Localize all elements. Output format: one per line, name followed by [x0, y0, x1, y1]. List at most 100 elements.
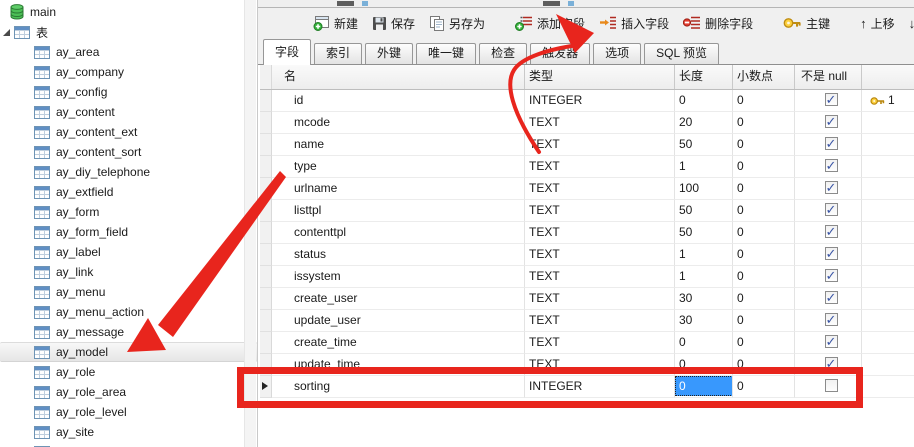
field-not-null-cell[interactable]	[795, 332, 862, 354]
field-not-null-cell[interactable]	[795, 134, 862, 156]
sidebar-item-ay_content_ext[interactable]: ay_content_ext	[0, 122, 257, 142]
field-length-cell[interactable]: 50	[675, 134, 733, 156]
field-decimals-cell[interactable]: 0	[733, 376, 795, 398]
field-length-cell-editing[interactable]: 0	[675, 376, 733, 398]
field-decimals-cell[interactable]: 0	[733, 222, 795, 244]
field-name-cell[interactable]: update_user	[272, 310, 525, 332]
tab-indexes[interactable]: 索引	[314, 43, 362, 64]
sidebar-item-ay_link[interactable]: ay_link	[0, 262, 257, 282]
table-row-name[interactable]: name TEXT 50 0	[260, 134, 914, 156]
field-decimals-cell[interactable]: 0	[733, 134, 795, 156]
field-name-cell[interactable]: id	[272, 90, 525, 112]
field-length-cell[interactable]: 0	[675, 354, 733, 376]
table-row-create_time[interactable]: create_time TEXT 0 0	[260, 332, 914, 354]
field-type-cell[interactable]: TEXT	[525, 244, 675, 266]
not-null-checkbox[interactable]	[825, 379, 838, 392]
sidebar-item-ay_area[interactable]: ay_area	[0, 42, 257, 62]
sidebar-scrollbar[interactable]	[244, 0, 256, 447]
table-row-update_user[interactable]: update_user TEXT 30 0	[260, 310, 914, 332]
field-type-cell[interactable]: TEXT	[525, 354, 675, 376]
row-margin[interactable]	[260, 332, 272, 354]
not-null-checkbox[interactable]	[825, 291, 838, 304]
sidebar-item-ay_config[interactable]: ay_config	[0, 82, 257, 102]
row-margin[interactable]	[260, 266, 272, 288]
field-name-cell[interactable]: create_time	[272, 332, 525, 354]
field-not-null-cell[interactable]	[795, 200, 862, 222]
save-as-button[interactable]: 另存为	[424, 12, 490, 35]
tree-node-database[interactable]: main	[0, 2, 257, 22]
field-name-cell[interactable]: issystem	[272, 266, 525, 288]
table-row-status[interactable]: status TEXT 1 0	[260, 244, 914, 266]
sidebar-item-ay_message[interactable]: ay_message	[0, 322, 257, 342]
table-row-create_user[interactable]: create_user TEXT 30 0	[260, 288, 914, 310]
sidebar-item-partial[interactable]	[0, 442, 257, 447]
field-type-cell[interactable]: TEXT	[525, 178, 675, 200]
not-null-checkbox[interactable]	[825, 203, 838, 216]
sidebar-item-ay_role_area[interactable]: ay_role_area	[0, 382, 257, 402]
sidebar-item-ay_site[interactable]: ay_site	[0, 422, 257, 442]
field-length-cell[interactable]: 50	[675, 200, 733, 222]
field-not-null-cell[interactable]	[795, 112, 862, 134]
field-not-null-cell[interactable]	[795, 310, 862, 332]
sidebar-item-ay_menu[interactable]: ay_menu	[0, 282, 257, 302]
tab-uniques[interactable]: 唯一键	[416, 43, 476, 64]
sidebar-item-ay_company[interactable]: ay_company	[0, 62, 257, 82]
not-null-checkbox[interactable]	[825, 137, 838, 150]
field-type-cell[interactable]: TEXT	[525, 310, 675, 332]
row-margin-current[interactable]	[260, 376, 272, 398]
primary-key-button[interactable]: 主键	[778, 12, 835, 35]
field-length-cell[interactable]: 0	[675, 332, 733, 354]
not-null-checkbox[interactable]	[825, 159, 838, 172]
row-margin[interactable]	[260, 354, 272, 376]
field-decimals-cell[interactable]: 0	[733, 288, 795, 310]
sidebar-item-ay_role_level[interactable]: ay_role_level	[0, 402, 257, 422]
field-type-cell[interactable]: TEXT	[525, 134, 675, 156]
tab-checks[interactable]: 检查	[479, 43, 527, 64]
field-decimals-cell[interactable]: 0	[733, 310, 795, 332]
table-row-sorting[interactable]: sorting INTEGER 0 0	[260, 376, 914, 398]
field-type-cell[interactable]: TEXT	[525, 266, 675, 288]
field-decimals-cell[interactable]: 0	[733, 112, 795, 134]
column-header-name[interactable]: 名	[272, 65, 525, 89]
field-decimals-cell[interactable]: 0	[733, 354, 795, 376]
field-decimals-cell[interactable]: 0	[733, 244, 795, 266]
tab-options[interactable]: 选项	[593, 43, 641, 64]
not-null-checkbox[interactable]	[825, 181, 838, 194]
field-not-null-cell[interactable]	[795, 244, 862, 266]
table-row-mcode[interactable]: mcode TEXT 20 0	[260, 112, 914, 134]
sidebar-item-ay_menu_action[interactable]: ay_menu_action	[0, 302, 257, 322]
field-name-cell[interactable]: listtpl	[272, 200, 525, 222]
field-length-cell[interactable]: 1	[675, 244, 733, 266]
field-not-null-cell[interactable]	[795, 156, 862, 178]
sidebar-item-ay_form_field[interactable]: ay_form_field	[0, 222, 257, 242]
move-down-button[interactable]: ↓ 下移	[904, 12, 914, 35]
column-header-decimals[interactable]: 小数点	[733, 65, 795, 89]
field-length-cell[interactable]: 1	[675, 266, 733, 288]
sidebar-item-ay_label[interactable]: ay_label	[0, 242, 257, 262]
field-decimals-cell[interactable]: 0	[733, 90, 795, 112]
save-button[interactable]: 保存	[367, 12, 420, 35]
field-not-null-cell[interactable]	[795, 222, 862, 244]
row-margin[interactable]	[260, 134, 272, 156]
field-name-cell[interactable]: create_user	[272, 288, 525, 310]
field-length-cell[interactable]: 1	[675, 156, 733, 178]
sidebar-item-ay_model[interactable]: ay_model	[0, 342, 257, 362]
row-margin[interactable]	[260, 90, 272, 112]
tree-node-tables[interactable]: 表	[0, 22, 257, 42]
field-name-cell[interactable]: sorting	[272, 376, 525, 398]
column-header-not-null[interactable]: 不是 null	[795, 65, 862, 89]
field-type-cell[interactable]: INTEGER	[525, 376, 675, 398]
tree-expander-icon[interactable]	[3, 29, 10, 36]
field-not-null-cell[interactable]	[795, 178, 862, 200]
table-row-type[interactable]: type TEXT 1 0	[260, 156, 914, 178]
row-margin[interactable]	[260, 222, 272, 244]
tab-sql-preview[interactable]: SQL 预览	[644, 43, 719, 64]
new-button[interactable]: 新建	[308, 12, 363, 35]
row-margin[interactable]	[260, 200, 272, 222]
row-margin[interactable]	[260, 112, 272, 134]
not-null-checkbox[interactable]	[825, 225, 838, 238]
not-null-checkbox[interactable]	[825, 247, 838, 260]
field-decimals-cell[interactable]: 0	[733, 266, 795, 288]
field-length-cell[interactable]: 50	[675, 222, 733, 244]
field-length-cell[interactable]: 30	[675, 310, 733, 332]
